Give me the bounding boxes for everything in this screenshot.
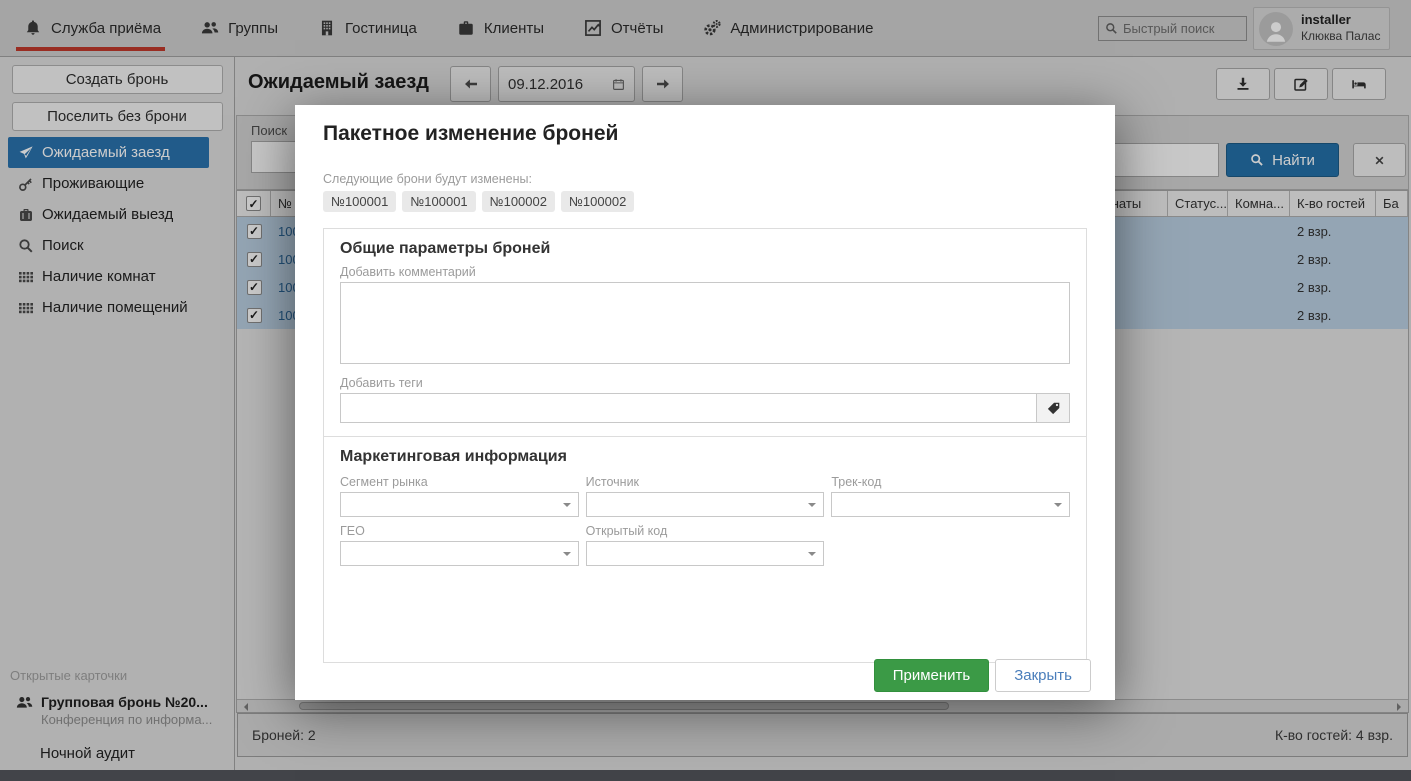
geo-label: ГЕО bbox=[340, 524, 579, 538]
modal-footer: Применить Закрыть bbox=[874, 659, 1091, 692]
comment-textarea[interactable] bbox=[340, 282, 1070, 364]
booking-chip: №100002 bbox=[561, 191, 634, 212]
add-tag-button[interactable] bbox=[1037, 393, 1070, 423]
market-segment-label: Сегмент рынка bbox=[340, 475, 579, 489]
booking-chip: №100002 bbox=[482, 191, 555, 212]
modal-title: Пакетное изменение броней bbox=[323, 122, 1087, 146]
tags-input[interactable] bbox=[340, 393, 1037, 423]
batch-edit-modal: Пакетное изменение броней Следующие брон… bbox=[295, 105, 1115, 700]
tags-label: Добавить теги bbox=[340, 376, 1070, 390]
source-select[interactable] bbox=[586, 492, 825, 517]
open-code-label: Открытый код bbox=[586, 524, 825, 538]
booking-chip: №100001 bbox=[402, 191, 475, 212]
general-params-title: Общие параметры броней bbox=[340, 240, 1070, 258]
apply-button[interactable]: Применить bbox=[874, 659, 990, 692]
affected-bookings-label: Следующие брони будут изменены: bbox=[323, 172, 1087, 186]
open-code-select[interactable] bbox=[586, 541, 825, 566]
track-code-label: Трек-код bbox=[831, 475, 1070, 489]
geo-select[interactable] bbox=[340, 541, 579, 566]
pms-app: Служба приёма Группы Гостиница Клиенты О… bbox=[0, 0, 1411, 781]
close-button[interactable]: Закрыть bbox=[995, 659, 1091, 692]
booking-chip: №100001 bbox=[323, 191, 396, 212]
marketing-info-section: Маркетинговая информация Сегмент рынка И… bbox=[323, 436, 1087, 663]
market-segment-select[interactable] bbox=[340, 492, 579, 517]
affected-bookings-chips: №100001 №100001 №100002 №100002 bbox=[323, 191, 1087, 212]
marketing-info-title: Маркетинговая информация bbox=[340, 448, 1070, 466]
general-params-section: Общие параметры броней Добавить коммента… bbox=[323, 228, 1087, 437]
comment-label: Добавить комментарий bbox=[340, 265, 1070, 279]
source-label: Источник bbox=[586, 475, 825, 489]
track-code-select[interactable] bbox=[831, 492, 1070, 517]
tag-icon bbox=[1046, 401, 1061, 416]
